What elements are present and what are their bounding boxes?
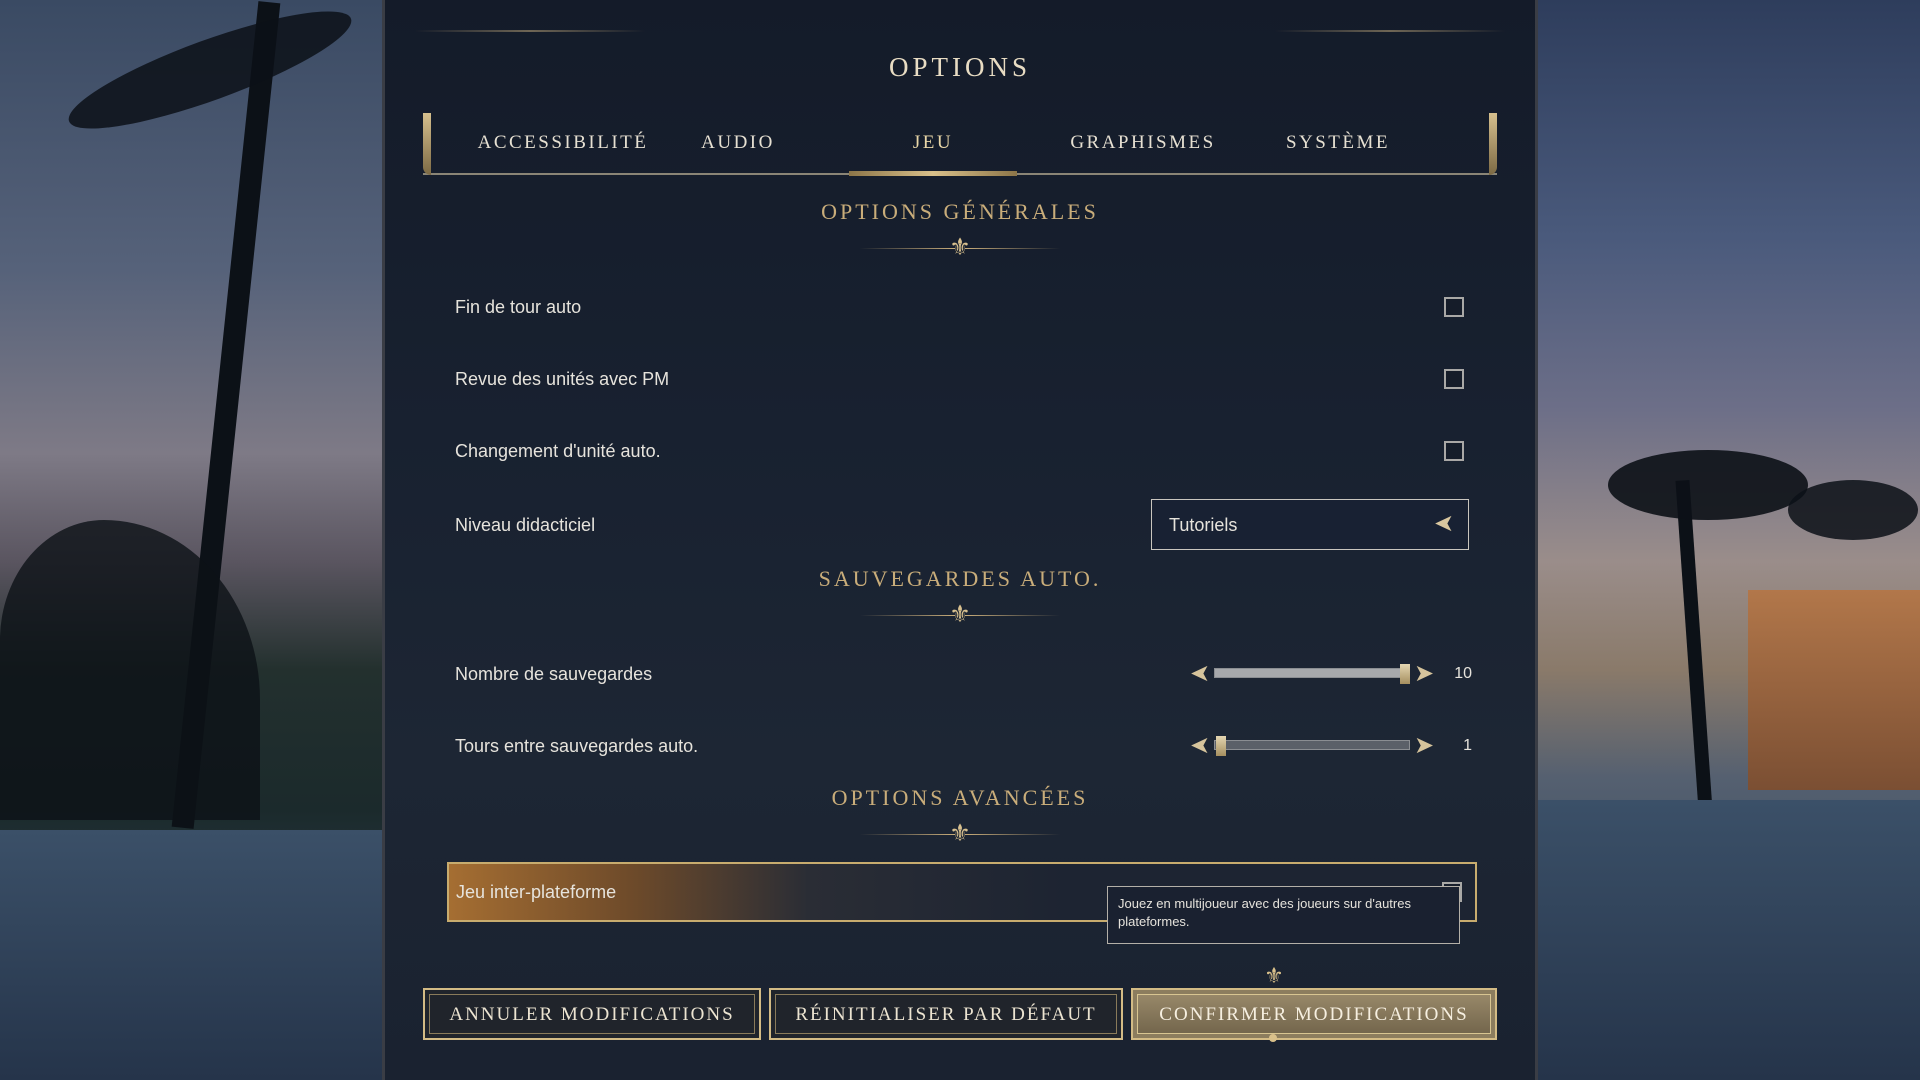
confirm-dot-ornament [1269,1034,1277,1042]
turns-between-saves-value: 1 [1463,737,1472,754]
option-label-auto-end-turn: Fin de tour auto [455,297,582,317]
reset-defaults-button[interactable]: RÉINITIALISER PAR DÉFAUT [769,988,1123,1040]
section-title-autosave: SAUVEGARDES AUTO. [818,566,1102,591]
page-title: OPTIONS [888,52,1031,82]
slider-track[interactable] [1214,664,1411,684]
palm-frond-graphic [1788,480,1918,540]
palm-frond-graphic [58,0,362,150]
tab-audio[interactable]: AUDIO [673,113,803,173]
option-label-unit-review: Revue des unités avec PM [455,369,670,389]
checkbox-unit-review[interactable] [1444,369,1464,389]
option-label-tutorial-level: Niveau didacticiel [455,515,596,535]
section-divider-ornament: ⚜ [860,234,1060,264]
option-label-auto-unit-switch: Changement d'unité auto. [455,441,661,461]
save-count-slider[interactable]: ➤ ➤ [1187,659,1437,689]
section-divider-ornament: ⚜ [860,820,1060,850]
tab-systeme[interactable]: SYSTÈME [1253,113,1423,173]
section-divider-ornament: ⚜ [860,601,1060,631]
section-title-general: OPTIONS GÉNÉRALES [821,199,1099,224]
tutorial-level-dropdown[interactable]: Tutoriels ➤ [1151,499,1469,550]
turns-between-saves-slider[interactable]: ➤ ➤ [1187,731,1437,761]
confirm-ornament-icon: ⚜ [1264,963,1284,988]
cancel-changes-button[interactable]: ANNULER MODIFICATIONS [423,988,761,1040]
palm-frond-graphic [1608,450,1808,520]
option-label-crossplay: Jeu inter-plateforme [456,882,617,902]
slider-decrease-arrow-icon[interactable]: ➤ [1187,659,1213,689]
slider-decrease-arrow-icon[interactable]: ➤ [1187,731,1213,761]
temple-graphic [1748,590,1920,790]
slider-increase-arrow-icon[interactable]: ➤ [1411,659,1437,689]
slider-track[interactable] [1214,736,1410,756]
dropdown-selected-value: Tutoriels [1169,515,1238,535]
option-label-save-count: Nombre de sauvegardes [455,664,653,684]
options-panel: OPTIONS ACCESSIBILITÉ AUDIO JEU GRAPHISM… [382,0,1538,1080]
slider-increase-arrow-icon[interactable]: ➤ [1411,731,1437,761]
crossplay-tooltip: Jouez en multijoueur avec des joueurs su… [1107,886,1460,944]
save-count-value: 10 [1454,665,1472,682]
section-title-advanced: OPTIONS AVANCÉES [831,785,1089,810]
confirm-changes-button[interactable]: CONFIRMER MODIFICATIONS [1131,988,1497,1040]
panel-ornament-left [415,30,645,32]
water-graphic [0,830,382,1080]
water-graphic [1538,800,1920,1080]
slider-fill [1215,669,1409,677]
background-left [0,0,382,1080]
palm-trunk-graphic [1675,479,1715,841]
chevron-left-icon: ➤ [1433,510,1454,537]
tab-jeu[interactable]: JEU [849,113,1017,176]
background-right [1538,0,1920,1080]
slider-thumb[interactable] [1400,664,1411,684]
checkbox-auto-unit-switch[interactable] [1444,441,1464,461]
tab-accessibilite[interactable]: ACCESSIBILITÉ [463,113,663,173]
checkbox-auto-end-turn[interactable] [1444,297,1464,317]
tab-graphismes[interactable]: GRAPHISMES [1043,113,1243,173]
slider-thumb[interactable] [1215,736,1226,756]
tab-bar: ACCESSIBILITÉ AUDIO JEU GRAPHISMES SYSTÈ… [423,113,1497,176]
option-label-turns-between-saves: Tours entre sauvegardes auto. [455,736,699,756]
panel-ornament-right [1275,30,1505,32]
